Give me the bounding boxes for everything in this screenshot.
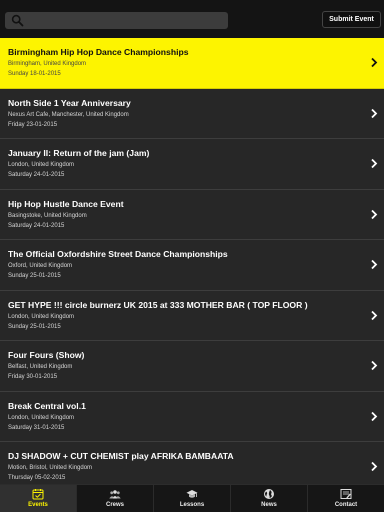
event-date: Saturday 31-01-2015 — [8, 424, 65, 431]
tab-bar: Events Crews Lessons News Contact — [0, 484, 384, 512]
event-title: Break Central vol.1 — [8, 400, 86, 411]
search-input[interactable] — [27, 12, 223, 29]
event-date: Saturday 24-01-2015 — [8, 222, 65, 229]
tab-crews[interactable]: Crews — [77, 485, 154, 512]
event-title: The Official Oxfordshire Street Dance Ch… — [8, 249, 228, 259]
event-list: Birmingham Hip Hop Dance Championships B… — [0, 38, 384, 484]
tab-label: Contact — [334, 502, 358, 508]
event-location: Motion, Bristol, United Kingdom — [8, 465, 93, 471]
globe-icon — [264, 489, 274, 499]
search-box[interactable] — [5, 12, 228, 29]
tab-news[interactable]: News — [231, 485, 308, 512]
contact-icon — [340, 489, 352, 499]
event-date: Sunday 18-01-2015 — [8, 71, 61, 77]
event-list-item[interactable]: Four Fours (Show) Belfast, United Kingdo… — [0, 341, 384, 392]
event-list-item[interactable]: Break Central vol.1 London, United Kingd… — [0, 391, 384, 442]
event-title: Four Fours (Show) — [8, 350, 85, 360]
event-title: North Side 1 Year Anniversary — [8, 97, 131, 108]
graduation-cap-icon — [186, 490, 198, 498]
tab-label: Events — [28, 502, 48, 508]
top-bar: Submit Event — [0, 0, 384, 38]
event-date: Saturday 24-01-2015 — [8, 172, 65, 178]
event-list-item[interactable]: GET HYPE !!! circle burnerz UK 2015 at 3… — [0, 290, 384, 341]
event-location: Oxford, United Kingdom — [8, 263, 73, 269]
tab-label: Crews — [105, 502, 124, 508]
event-title: GET HYPE !!! circle burnerz UK 2015 at 3… — [8, 299, 308, 310]
event-list-item[interactable]: North Side 1 Year Anniversary Nexus Art … — [0, 88, 384, 139]
event-date: Sunday 25-01-2015 — [8, 323, 61, 330]
event-list-item[interactable]: Hip Hop Hustle Dance Event Basingstoke, … — [0, 189, 384, 240]
event-location: Nexus Art Cafe, Manchester, United Kingd… — [8, 111, 129, 118]
event-location: Basingstoke, United Kingdom — [8, 212, 87, 219]
event-date: Thursday 05-02-2015 — [8, 475, 66, 481]
calendar-check-icon — [32, 489, 44, 500]
event-list-item[interactable]: The Official Oxfordshire Street Dance Ch… — [0, 240, 384, 291]
chevron-right-icon — [371, 158, 378, 169]
event-date: Friday 23-01-2015 — [8, 121, 58, 128]
chevron-right-icon — [371, 411, 378, 421]
event-list-item[interactable]: DJ SHADOW + CUT CHEMIST play AFRIKA BAMB… — [0, 442, 384, 484]
event-title: January II: Return of the jam (Jam) — [8, 148, 150, 158]
search-icon — [11, 14, 24, 27]
event-location: Belfast, United Kingdom — [8, 364, 73, 370]
event-date: Friday 30-01-2015 — [8, 374, 58, 380]
event-location: London, United Kingdom — [8, 313, 75, 320]
event-location: London, United Kingdom — [8, 414, 75, 421]
event-title: DJ SHADOW + CUT CHEMIST play AFRIKA BAMB… — [8, 451, 234, 461]
tab-events[interactable]: Events — [0, 485, 77, 512]
chevron-right-icon — [371, 360, 378, 371]
submit-event-button[interactable]: Submit Event — [322, 11, 381, 28]
chevron-right-icon — [371, 108, 378, 118]
tab-contact[interactable]: Contact — [308, 485, 384, 512]
chevron-right-icon — [371, 310, 378, 320]
event-title: Hip Hop Hustle Dance Event — [8, 198, 124, 209]
event-title: Birmingham Hip Hop Dance Championships — [8, 47, 189, 57]
tab-lessons[interactable]: Lessons — [154, 485, 231, 512]
event-list-item[interactable]: January II: Return of the jam (Jam) Lond… — [0, 139, 384, 190]
event-location: Birmingham, United Kingdom — [8, 61, 87, 67]
chevron-right-icon — [371, 57, 378, 68]
tab-label: News — [261, 502, 277, 508]
event-location: London, United Kingdom — [8, 162, 75, 168]
chevron-right-icon — [371, 209, 378, 219]
chevron-right-icon — [371, 461, 378, 472]
tab-label: Lessons — [179, 502, 205, 508]
crews-icon — [109, 490, 121, 499]
chevron-right-icon — [371, 259, 378, 270]
event-list-item[interactable]: Birmingham Hip Hop Dance Championships B… — [0, 38, 384, 89]
event-date: Sunday 25-01-2015 — [8, 273, 61, 279]
